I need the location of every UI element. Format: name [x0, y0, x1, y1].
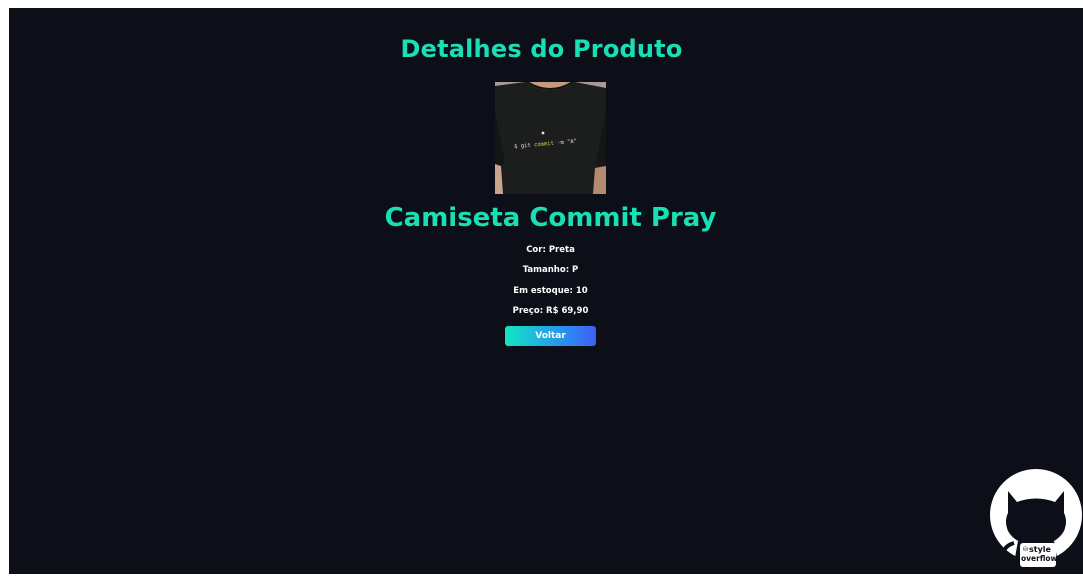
tshirt-photo: $ git commit -m "A" — [495, 82, 606, 194]
octocat-icon: ⛁ style overflow — [990, 469, 1082, 574]
octocat-badge[interactable]: ⛁ style overflow — [990, 469, 1083, 574]
product-stock: Em estoque: 10 — [513, 286, 588, 296]
badge-line1: style — [1029, 545, 1052, 554]
product-color: Cor: Preta — [526, 245, 575, 255]
product-name: Camiseta Commit Pray — [384, 203, 717, 233]
product-price: Preço: R$ 69,90 — [512, 306, 589, 316]
product-size: Tamanho: P — [522, 265, 579, 275]
svg-text:⛁: ⛁ — [1023, 546, 1028, 553]
product-image: $ git commit -m "A" — [495, 82, 606, 194]
badge-line2: overflow — [1021, 554, 1058, 563]
page-title: Detalhes do Produto — [400, 35, 683, 63]
back-button[interactable]: Voltar — [505, 326, 596, 346]
